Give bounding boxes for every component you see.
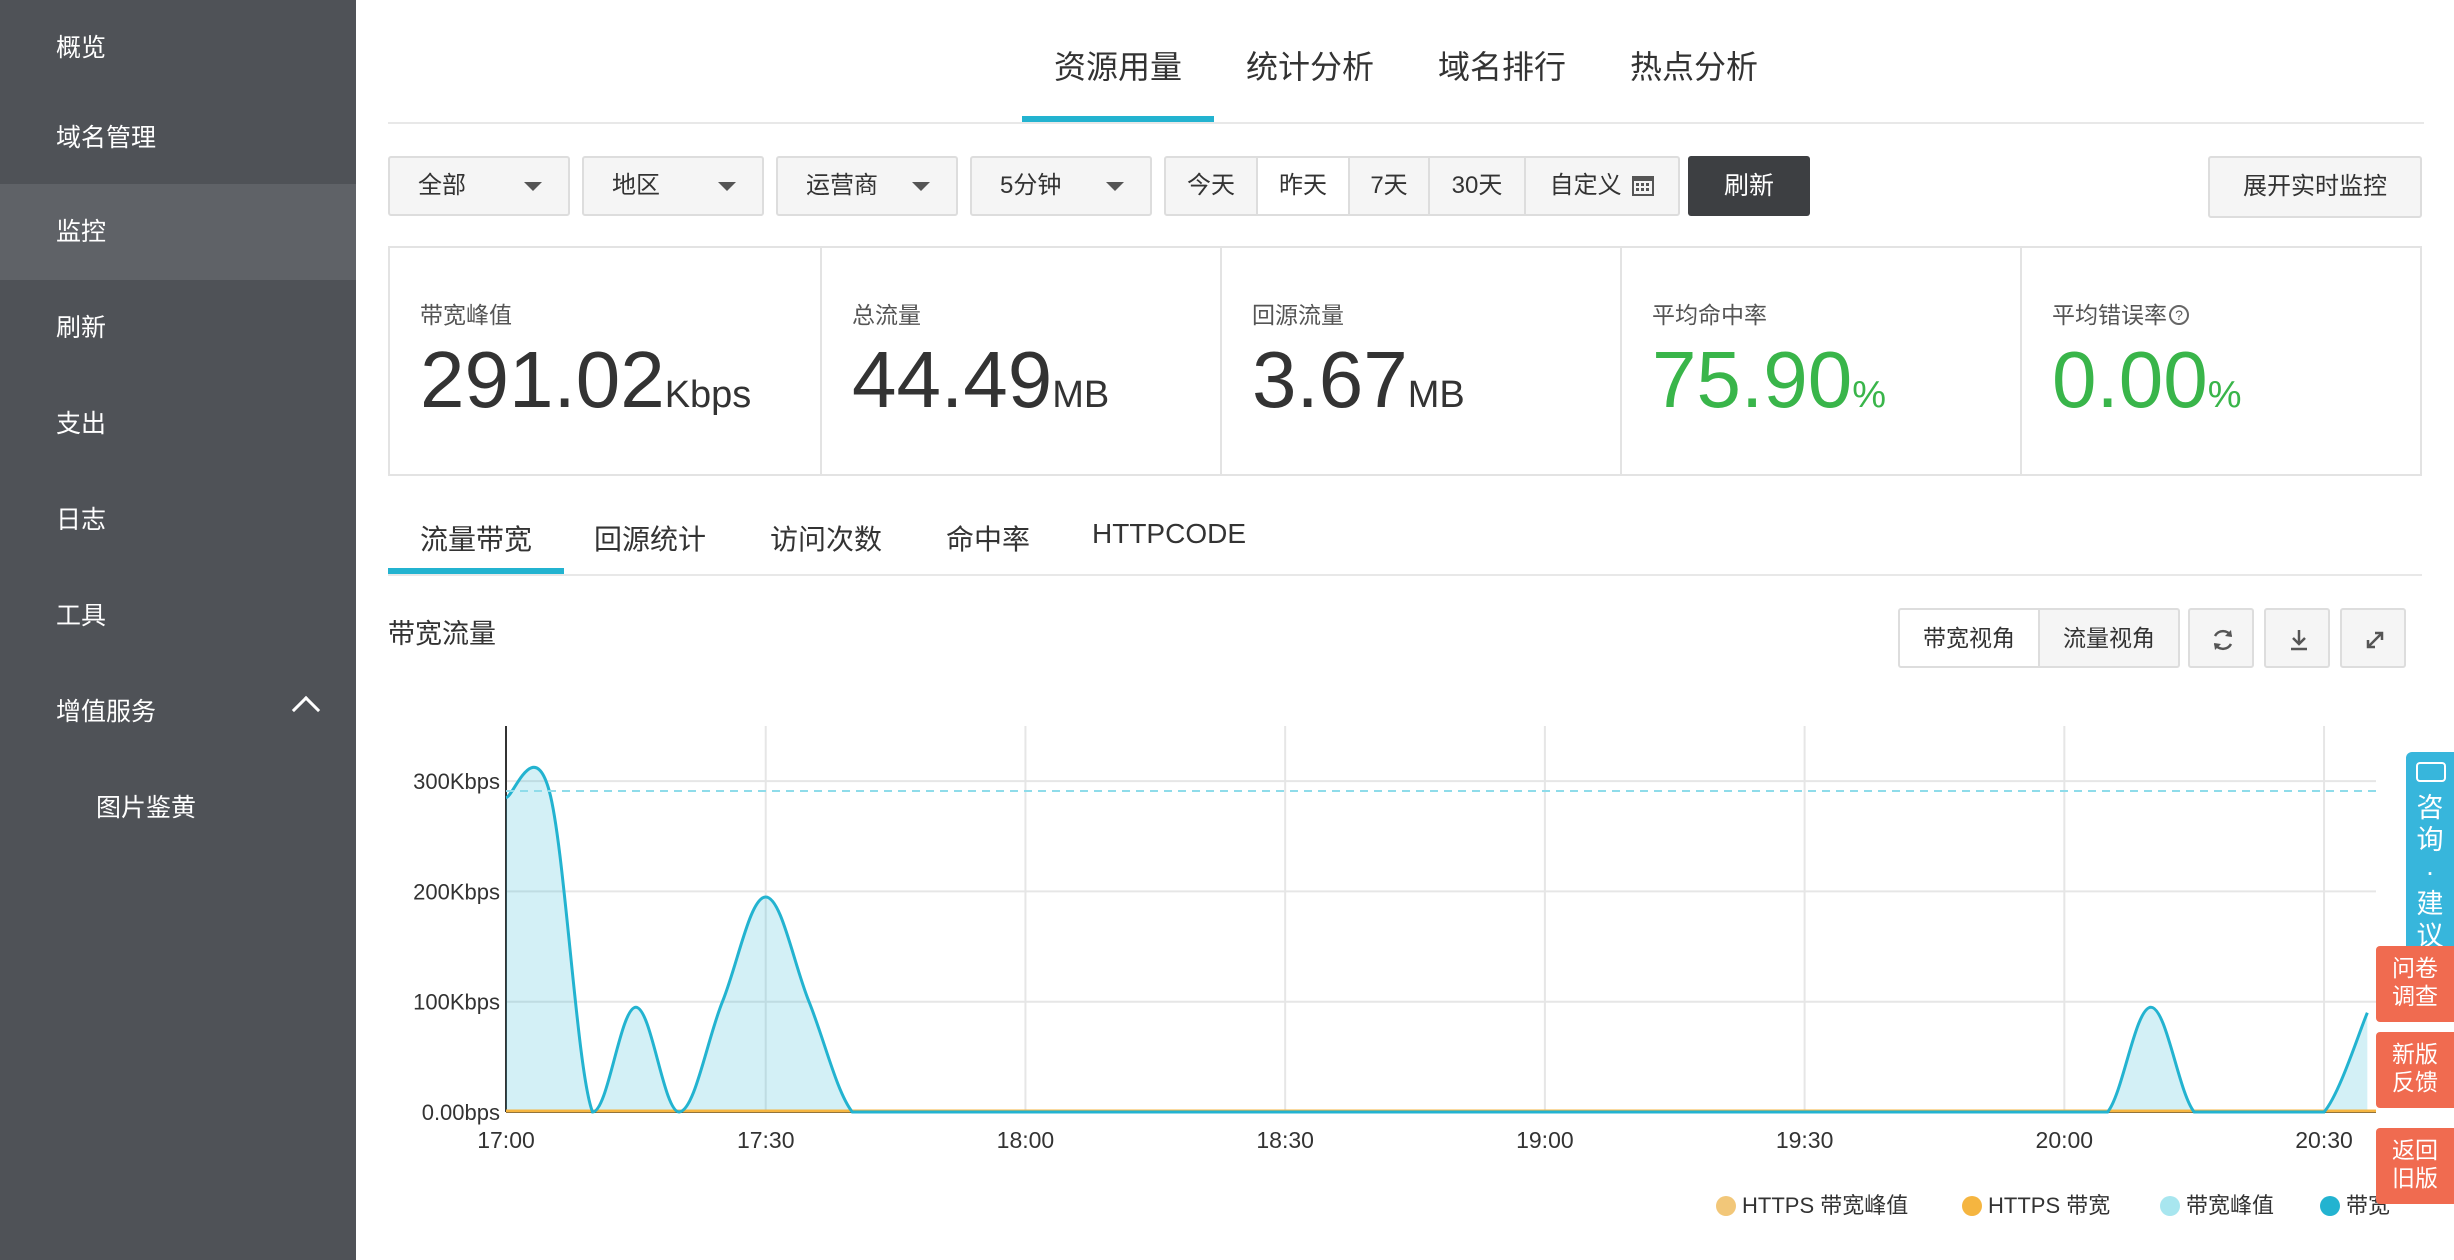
legend-label: HTTPS 带宽峰值 — [1742, 1193, 1909, 1218]
x-tick-label: 20:00 — [2036, 1127, 2094, 1153]
back-old-label: 返回旧版 — [2392, 1137, 2438, 1191]
y-tick-label: 100Kbps — [413, 990, 500, 1015]
survey-tab[interactable]: 问卷调查 — [2376, 946, 2454, 1022]
legend-label: 带宽峰值 — [2186, 1193, 2275, 1218]
survey-label: 问卷调查 — [2392, 955, 2438, 1009]
x-tick-label: 19:00 — [1516, 1127, 1574, 1153]
consult-suggest-tab[interactable]: 咨询·建议 — [2406, 752, 2454, 964]
bandwidth-chart: 0.00bps 100Kbps 200Kbps 300Kbps 17:00 17:30 18… — [413, 726, 2376, 1153]
chat-icon — [2416, 762, 2446, 782]
legend-dot — [1962, 1196, 1982, 1216]
x-tick-label: 18:00 — [997, 1127, 1055, 1153]
y-tick-label: 300Kbps — [413, 769, 500, 794]
feedback-label: 新版反馈 — [2392, 1041, 2438, 1095]
x-tick-label: 19:30 — [1776, 1127, 1834, 1153]
x-tick-label: 17:30 — [737, 1127, 795, 1153]
new-version-feedback-tab[interactable]: 新版反馈 — [2376, 1032, 2454, 1108]
consult-suggest-label: 咨询·建议 — [2416, 793, 2444, 951]
back-to-old-version-tab[interactable]: 返回旧版 — [2376, 1128, 2454, 1204]
legend-dot — [1716, 1196, 1736, 1216]
legend-item-https-peak[interactable]: HTTPS 带宽峰值 — [1716, 1188, 1908, 1220]
y-tick-label: 0.00bps — [422, 1100, 500, 1125]
legend-dot — [2160, 1196, 2180, 1216]
legend-dot — [2320, 1196, 2340, 1216]
x-tick-label: 17:00 — [477, 1127, 535, 1153]
bandwidth-area — [506, 767, 2368, 1112]
y-tick-label: 200Kbps — [413, 879, 500, 904]
legend-item-peak-bandwidth[interactable]: 带宽峰值 — [2160, 1188, 2274, 1220]
x-tick-label: 20:30 — [2295, 1127, 2353, 1153]
legend-item-https-bandwidth[interactable]: HTTPS 带宽 — [1962, 1188, 2110, 1220]
x-tick-label: 18:30 — [1256, 1127, 1314, 1153]
legend-label: HTTPS 带宽 — [1988, 1193, 2111, 1218]
